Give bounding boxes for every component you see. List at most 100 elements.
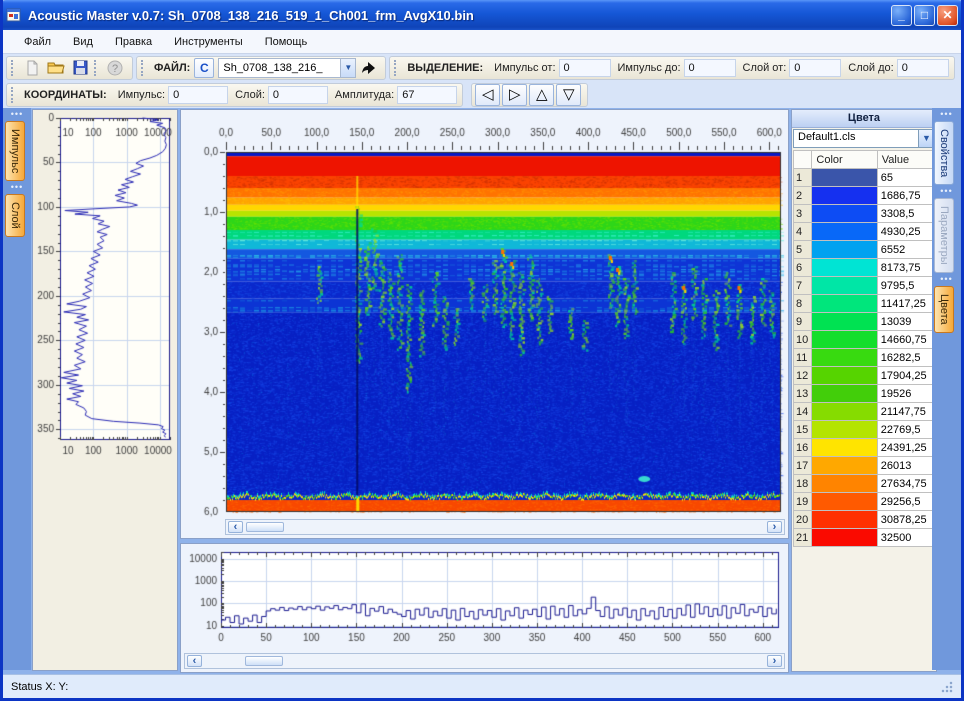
color-swatch[interactable]	[812, 241, 877, 259]
selection-label: ВЫДЕЛЕНИЕ:	[407, 62, 483, 74]
value-cell[interactable]: 19526	[877, 385, 934, 403]
value-cell[interactable]: 8173,75	[877, 259, 934, 277]
nav-down-button[interactable]: ▽	[556, 84, 581, 106]
echogram-canvas[interactable]	[181, 110, 786, 518]
value-cell[interactable]: 29256,5	[877, 493, 934, 511]
color-swatch[interactable]	[812, 403, 877, 421]
tab-colors[interactable]: Цвета	[934, 286, 954, 333]
help-button[interactable]: ?	[104, 58, 126, 78]
color-swatch[interactable]	[812, 187, 877, 205]
toolbar-grip[interactable]	[11, 60, 16, 76]
toolbar-grip[interactable]	[394, 60, 399, 76]
save-file-button[interactable]	[69, 58, 91, 78]
row-index: 9	[794, 313, 812, 331]
value-cell[interactable]: 4930,25	[877, 223, 934, 241]
color-swatch[interactable]	[812, 169, 877, 187]
close-button[interactable]: ✕	[937, 5, 958, 26]
color-swatch[interactable]	[812, 439, 877, 457]
toolbar-grip[interactable]	[11, 87, 16, 103]
maximize-button[interactable]: □	[914, 5, 935, 26]
tab-parameters-grip[interactable]: •••	[932, 188, 961, 196]
value-cell[interactable]: 17904,25	[877, 367, 934, 385]
titlebar[interactable]: Acoustic Master v.0.7: Sh_0708_138_216_5…	[0, 0, 964, 30]
value-cell[interactable]: 22769,5	[877, 421, 934, 439]
impulse-input[interactable]: 0	[168, 86, 228, 104]
color-swatch[interactable]	[812, 457, 877, 475]
nav-right-button[interactable]: ▷	[502, 84, 527, 106]
color-swatch[interactable]	[812, 511, 877, 529]
value-cell[interactable]: 32500	[877, 529, 934, 547]
toolbar-coordinates: КООРДИНАТЫ: Импульс:0Слой:0Амплитуда:67	[6, 83, 463, 107]
layer-from-input[interactable]: 0	[789, 59, 841, 77]
tab-impulse[interactable]: Импульс	[5, 121, 25, 181]
color-swatch[interactable]	[812, 205, 877, 223]
menu-item-2[interactable]: Правка	[104, 33, 163, 51]
menu-item-4[interactable]: Помощь	[254, 33, 319, 51]
layer-to-input[interactable]: 0	[897, 59, 949, 77]
value-cell[interactable]: 13039	[877, 313, 934, 331]
scroll-thumb[interactable]	[246, 522, 284, 532]
scroll-right-button[interactable]: ›	[767, 655, 782, 667]
value-cell[interactable]: 26013	[877, 457, 934, 475]
color-swatch[interactable]	[812, 259, 877, 277]
value-cell[interactable]: 3308,5	[877, 205, 934, 223]
menu-item-3[interactable]: Инструменты	[163, 33, 254, 51]
scroll-thumb[interactable]	[245, 656, 283, 666]
file-combo[interactable]: Sh_0708_138_216_ ▼	[218, 58, 356, 78]
value-cell[interactable]: 30878,25	[877, 511, 934, 529]
preset-select[interactable]: Default1.cls ▼	[793, 129, 935, 148]
value-cell[interactable]: 1686,75	[877, 187, 934, 205]
tab-layer-grip[interactable]: •••	[3, 184, 31, 192]
resize-grip[interactable]	[941, 681, 953, 693]
amplitude-input[interactable]: 67	[397, 86, 457, 104]
tab-impulse-grip[interactable]: •••	[3, 111, 31, 119]
color-swatch[interactable]	[812, 529, 877, 547]
impulse-from-input[interactable]: 0	[559, 59, 611, 77]
color-swatch[interactable]	[812, 331, 877, 349]
value-cell[interactable]: 24391,25	[877, 439, 934, 457]
color-swatch[interactable]	[812, 295, 877, 313]
value-cell[interactable]: 14660,75	[877, 331, 934, 349]
value-cell[interactable]: 27634,75	[877, 475, 934, 493]
scroll-left-button[interactable]: ‹	[187, 655, 202, 667]
tab-properties-grip[interactable]: •••	[932, 111, 961, 119]
menu-item-0[interactable]: Файл	[13, 33, 62, 51]
color-swatch[interactable]	[812, 277, 877, 295]
scroll-left-button[interactable]: ‹	[228, 521, 243, 533]
row-index: 20	[794, 511, 812, 529]
scroll-right-button[interactable]: ›	[767, 521, 782, 533]
color-swatch[interactable]	[812, 313, 877, 331]
color-swatch[interactable]	[812, 493, 877, 511]
tab-colors-grip[interactable]: •••	[932, 276, 961, 284]
amplitude-hscrollbar[interactable]: ‹ ›	[184, 653, 785, 669]
value-cell[interactable]: 21147,75	[877, 403, 934, 421]
value-cell[interactable]: 6552	[877, 241, 934, 259]
color-swatch[interactable]	[812, 223, 877, 241]
new-file-button[interactable]	[21, 58, 43, 78]
nav-left-button[interactable]: ◁	[475, 84, 500, 106]
color-swatch[interactable]	[812, 421, 877, 439]
impulse-label: Импульс:	[118, 89, 165, 101]
value-cell[interactable]: 65	[877, 169, 934, 187]
color-swatch[interactable]	[812, 385, 877, 403]
toolbar-grip[interactable]	[141, 60, 146, 76]
layer-input[interactable]: 0	[268, 86, 328, 104]
combo-dropdown-button[interactable]: ▼	[340, 59, 355, 77]
color-swatch[interactable]	[812, 349, 877, 367]
value-cell[interactable]: 16282,5	[877, 349, 934, 367]
minimize-button[interactable]: _	[891, 5, 912, 26]
menu-item-1[interactable]: Вид	[62, 33, 104, 51]
row-index: 16	[794, 439, 812, 457]
refresh-button[interactable]: C	[194, 58, 214, 78]
value-cell[interactable]: 9795,5	[877, 277, 934, 295]
nav-up-button[interactable]: △	[529, 84, 554, 106]
color-swatch[interactable]	[812, 367, 877, 385]
tab-layer[interactable]: Слой	[5, 194, 25, 237]
open-file-button[interactable]	[45, 58, 67, 78]
echogram-hscrollbar[interactable]: ‹ ›	[225, 519, 785, 535]
tab-properties[interactable]: Свойства	[934, 121, 954, 185]
impulse-to-input[interactable]: 0	[684, 59, 736, 77]
color-swatch[interactable]	[812, 475, 877, 493]
go-button[interactable]	[357, 58, 379, 78]
value-cell[interactable]: 11417,25	[877, 295, 934, 313]
